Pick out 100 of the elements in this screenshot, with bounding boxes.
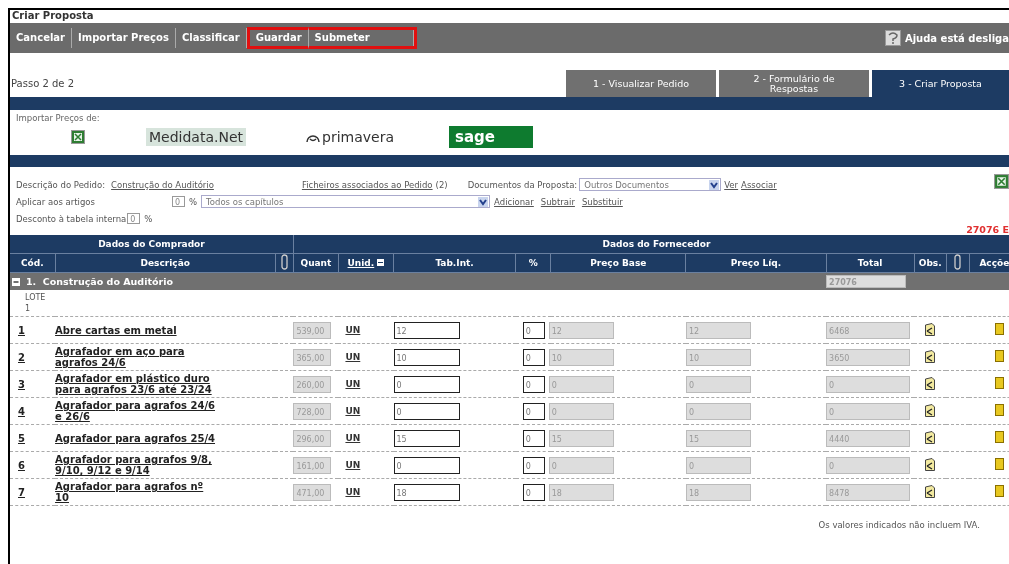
action-link[interactable]: Substituir (581, 196, 623, 207)
quantity-field: 260,00 (293, 375, 332, 393)
price-input[interactable]: 15 (393, 429, 460, 447)
price-input[interactable]: 0 (393, 456, 460, 474)
unit-link[interactable]: UN (338, 352, 361, 362)
discount-input[interactable]: 0 (522, 375, 545, 393)
step-tab[interactable]: 3 - Criar Proposta (872, 70, 1009, 97)
note-icon[interactable] (925, 349, 936, 363)
price-input[interactable]: 0 (393, 402, 460, 420)
files-link[interactable]: Ficheiros associados ao Pedido (301, 179, 433, 190)
toolbar-button[interactable]: Cancelar (10, 28, 73, 48)
unit-link[interactable]: UN (338, 406, 361, 416)
unit-link[interactable]: UN (338, 487, 361, 497)
toolbar-button[interactable]: Submeter (308, 27, 417, 49)
item-code-link[interactable]: 3 (10, 378, 25, 390)
folder-icon[interactable] (995, 323, 1005, 335)
total-field: 4440 (826, 429, 911, 447)
grand-total: 27076 E (966, 224, 1009, 235)
item-code-link[interactable]: 6 (10, 459, 25, 471)
import-label: Importar Preços de: (16, 113, 101, 123)
section-title: 1. Construção do Auditório (26, 276, 173, 287)
field-label: Descrição do Pedido: (16, 179, 106, 190)
discount-input[interactable]: 0 (522, 456, 545, 474)
item-description-link[interactable]: Agrafador para agrafos 24/6 e 26/6 (55, 400, 221, 422)
medidata-logo[interactable]: Medidata.Net (146, 128, 247, 146)
discount-field[interactable]: 0 (127, 213, 141, 224)
unit-link[interactable]: UN (338, 325, 361, 335)
base-price-field: 0 (548, 402, 614, 420)
total-field: 0 (826, 402, 911, 420)
item-code-link[interactable]: 5 (10, 432, 25, 444)
folder-icon[interactable] (995, 431, 1005, 443)
price-input[interactable]: 0 (393, 375, 460, 393)
item-description-link[interactable]: Agrafador em aço para agrafos 24/6 (55, 346, 221, 368)
help-status[interactable]: Ajuda está desliga (904, 32, 1009, 44)
collapse-icon[interactable] (12, 277, 20, 286)
toolbar-button[interactable]: Guardar (246, 27, 309, 49)
action-link[interactable]: Adicionar (494, 196, 534, 207)
documents-dropdown[interactable]: Outros Documentos (579, 178, 722, 191)
folder-icon[interactable] (995, 458, 1005, 470)
folder-icon[interactable] (995, 350, 1005, 362)
view-link[interactable]: Ver (724, 179, 739, 190)
associate-link[interactable]: Associar (741, 179, 777, 190)
folder-icon[interactable] (995, 404, 1005, 416)
price-input[interactable]: 12 (393, 321, 460, 339)
folder-icon[interactable] (995, 377, 1005, 389)
spreadsheet-icon[interactable] (994, 174, 1009, 189)
note-icon[interactable] (925, 376, 936, 390)
net-price-field: 18 (685, 483, 751, 501)
discount-input[interactable]: 0 (522, 348, 545, 366)
unit-link[interactable]: UN (338, 379, 361, 389)
toolbar-button[interactable]: Importar Preços (72, 28, 176, 48)
quantity-field: 161,00 (293, 456, 332, 474)
base-price-field: 0 (548, 456, 614, 474)
base-price-field: 10 (548, 348, 614, 366)
item-code-link[interactable]: 2 (10, 351, 25, 363)
section-total: 27076 (826, 275, 907, 288)
toolbar-button[interactable]: Classificar (175, 28, 247, 48)
discount-input[interactable]: 0 (522, 483, 545, 501)
item-description-link[interactable]: Agrafador em plástico duro para agrafos 23/6 até 23/24 (55, 373, 221, 395)
note-icon[interactable] (925, 484, 936, 498)
lot-label: LOTE 1 (24, 292, 47, 314)
chapters-dropdown[interactable]: Todos os capítulos (201, 195, 491, 208)
note-icon[interactable] (925, 322, 936, 336)
price-input[interactable]: 10 (393, 348, 460, 366)
item-code-link[interactable]: 7 (10, 486, 25, 498)
help-icon[interactable] (884, 30, 901, 46)
action-link[interactable]: Subtrair (540, 196, 575, 207)
quantity-field: 471,00 (293, 483, 332, 501)
sage-logo[interactable]: sage (449, 126, 533, 148)
spreadsheet-icon[interactable] (71, 130, 85, 144)
discount-input[interactable]: 0 (522, 321, 545, 339)
total-field: 6468 (826, 321, 911, 339)
item-code-link[interactable]: 1 (10, 324, 25, 336)
note-icon[interactable] (925, 430, 936, 444)
item-description-link[interactable]: Agrafador para agrafos 25/4 (55, 432, 221, 444)
description-link[interactable]: Construção do Auditório (111, 179, 214, 190)
folder-icon[interactable] (995, 485, 1005, 497)
note-icon[interactable] (925, 403, 936, 417)
primavera-logo[interactable]: primavera (300, 128, 400, 146)
percent-sign: % (189, 196, 198, 207)
step-tab[interactable]: 2 - Formulário de Respostas (719, 70, 869, 97)
discount-input[interactable]: 0 (522, 429, 545, 447)
total-field: 8478 (826, 483, 911, 501)
item-code-link[interactable]: 4 (10, 405, 25, 417)
step-tab[interactable]: 1 - Visualizar Pedido (566, 70, 716, 97)
total-field: 0 (826, 456, 911, 474)
item-description-link[interactable]: Agrafador para agrafos 9/8, 9/10, 9/12 e 9/14 (55, 454, 221, 476)
discount-input[interactable]: 0 (522, 402, 545, 420)
sort-icon[interactable] (377, 259, 385, 266)
vat-note: Os valores indicados não incluem IVA. (818, 520, 980, 530)
item-description-link[interactable]: Agrafador para agrafos nº 10 (55, 481, 221, 503)
unit-link[interactable]: UN (338, 460, 361, 470)
item-description-link[interactable]: Abre cartas em metal (55, 324, 221, 336)
percent-sign: % (144, 213, 153, 224)
price-input[interactable]: 18 (393, 483, 460, 501)
unit-link[interactable]: UN (338, 433, 361, 443)
net-price-field: 10 (685, 348, 751, 366)
net-price-field: 0 (685, 402, 751, 420)
note-icon[interactable] (925, 457, 936, 471)
percent-field[interactable]: 0 (172, 196, 185, 207)
